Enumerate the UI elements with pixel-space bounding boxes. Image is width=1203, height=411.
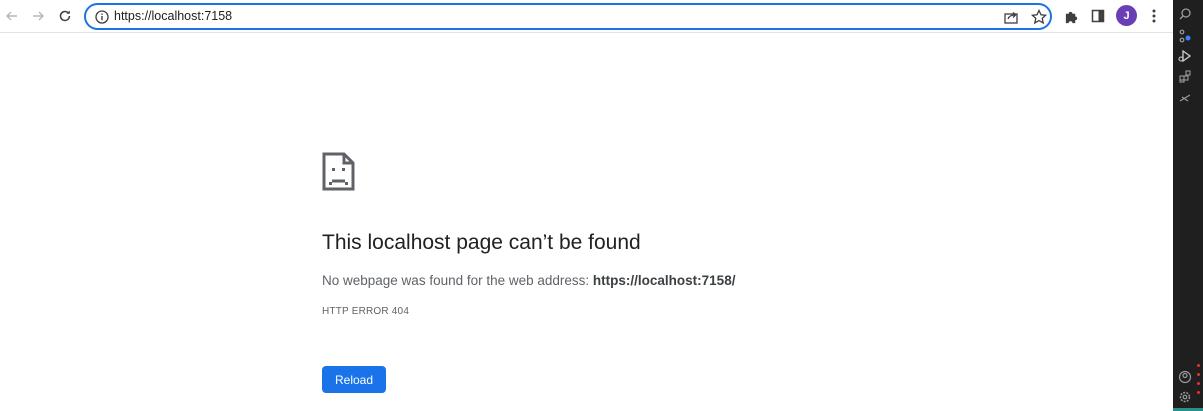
source-control-icon[interactable]	[1178, 29, 1192, 43]
gear-icon[interactable]	[1178, 390, 1192, 404]
share-icon[interactable]	[1002, 8, 1020, 26]
status-dot	[1197, 391, 1200, 394]
status-dot	[1197, 382, 1200, 385]
puzzle-icon	[1065, 11, 1077, 23]
reload-button[interactable]	[53, 4, 77, 28]
account-icon[interactable]	[1178, 370, 1192, 384]
extensions-button[interactable]	[1059, 4, 1083, 28]
side-panel-button[interactable]	[1086, 4, 1110, 28]
star-icon[interactable]	[1030, 8, 1048, 26]
side-window-strip	[1173, 0, 1203, 411]
error-description-text: No webpage was found for the web address…	[322, 273, 593, 288]
info-icon[interactable]	[94, 9, 110, 25]
browser-toolbar: https://localhost:7158 J	[0, 0, 1173, 33]
url-text[interactable]: https://localhost:7158	[114, 9, 232, 24]
forward-button[interactable]	[26, 4, 50, 28]
sad-document-icon	[322, 152, 355, 191]
status-dot	[1197, 373, 1200, 376]
extensions-view-icon[interactable]	[1178, 70, 1192, 84]
remote-icon[interactable]	[1178, 91, 1192, 105]
status-dot	[1197, 364, 1200, 367]
search-icon[interactable]	[1178, 7, 1192, 21]
profile-avatar[interactable]: J	[1116, 5, 1137, 26]
reload-page-button[interactable]: Reload	[322, 366, 386, 393]
side-panel-icon	[1091, 9, 1105, 23]
browser-menu-button[interactable]	[1142, 4, 1166, 28]
error-description: No webpage was found for the web address…	[322, 273, 735, 288]
run-debug-icon[interactable]	[1178, 49, 1192, 63]
arrow-right-icon	[33, 11, 44, 21]
error-title: This localhost page can’t be found	[322, 231, 641, 254]
error-description-url: https://localhost:7158/	[592, 273, 736, 288]
address-bar[interactable]: https://localhost:7158	[84, 3, 1052, 30]
error-code: HTTP ERROR 404	[322, 306, 410, 317]
arrow-left-icon	[6, 11, 17, 21]
back-button[interactable]	[0, 4, 24, 28]
reload-icon	[59, 10, 71, 22]
kebab-menu-icon	[1152, 9, 1156, 23]
